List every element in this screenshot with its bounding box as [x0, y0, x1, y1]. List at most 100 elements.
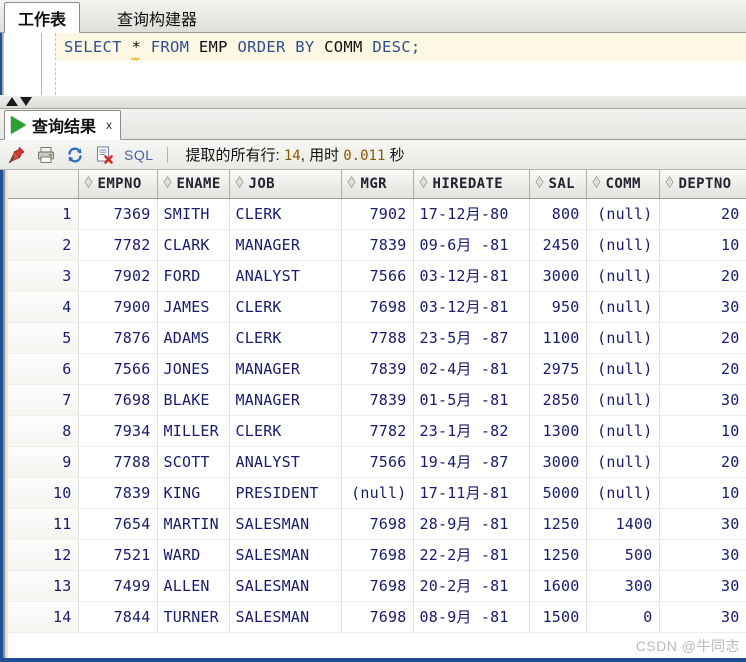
column-header-deptno[interactable]: DEPTNO: [659, 170, 746, 199]
table-row[interactable]: 12 7521 WARD SALESMAN 7698 22-2月 -81 1250 500 30: [8, 539, 746, 571]
cell-ename[interactable]: WARD: [157, 539, 230, 571]
editor-code-area[interactable]: SELECT * FROM EMP ORDER BY COMM DESC;: [56, 33, 746, 95]
cell-job[interactable]: SALESMAN: [229, 539, 342, 571]
cell-empno[interactable]: 7934: [78, 415, 158, 447]
cell-mgr[interactable]: 7566: [341, 260, 414, 292]
cell-ename[interactable]: JONES: [157, 353, 230, 385]
pin-icon[interactable]: [7, 145, 27, 165]
sort-icon[interactable]: [162, 176, 172, 191]
cell-ename[interactable]: CLARK: [157, 229, 230, 261]
column-header-sal[interactable]: SAL: [529, 170, 587, 199]
cell-empno[interactable]: 7654: [78, 508, 158, 540]
row-number-cell[interactable]: 8: [8, 415, 79, 447]
clear-icon[interactable]: [94, 145, 114, 165]
cell-ename[interactable]: TURNER: [157, 601, 230, 633]
cell-job[interactable]: MANAGER: [229, 353, 342, 385]
cell-comm[interactable]: (null): [586, 260, 660, 292]
cell-job[interactable]: ANALYST: [229, 260, 342, 292]
cell-hiredate[interactable]: 23-5月 -87: [413, 322, 530, 354]
cell-deptno[interactable]: 20: [659, 353, 746, 385]
table-row[interactable]: 14 7844 TURNER SALESMAN 7698 08-9月 -81 1500 0 30: [8, 601, 746, 633]
sort-icon[interactable]: [664, 176, 674, 191]
cell-comm[interactable]: (null): [586, 353, 660, 385]
results-grid[interactable]: EMPNO ENAME JOB MGR HIREDATE SAL COMM DEPTNO 17…: [8, 170, 746, 662]
table-row[interactable]: 11 7654 MARTIN SALESMAN 7698 28-9月 -81 1250 140…: [8, 508, 746, 540]
column-header-comm[interactable]: COMM: [586, 170, 660, 199]
sql-editor[interactable]: SELECT * FROM EMP ORDER BY COMM DESC;: [0, 33, 746, 95]
column-header-mgr[interactable]: MGR: [341, 170, 414, 199]
cell-job[interactable]: MANAGER: [229, 229, 342, 261]
row-number-cell[interactable]: 13: [8, 570, 79, 602]
cell-empno[interactable]: 7788: [78, 446, 158, 478]
row-number-cell[interactable]: 7: [8, 384, 79, 416]
cell-empno[interactable]: 7499: [78, 570, 158, 602]
cell-comm[interactable]: (null): [586, 198, 660, 230]
table-row[interactable]: 5 7876 ADAMS CLERK 7788 23-5月 -87 1100 (null) 20: [8, 322, 746, 354]
column-header-hiredate[interactable]: HIREDATE: [413, 170, 530, 199]
cell-hiredate[interactable]: 09-6月 -81: [413, 229, 530, 261]
tab-worksheet[interactable]: 工作表: [4, 2, 81, 33]
cell-job[interactable]: SALESMAN: [229, 508, 342, 540]
cell-mgr[interactable]: 7839: [341, 384, 414, 416]
cell-comm[interactable]: 0: [586, 601, 660, 633]
cell-empno[interactable]: 7698: [78, 384, 158, 416]
cell-mgr[interactable]: 7839: [341, 229, 414, 261]
cell-ename[interactable]: MILLER: [157, 415, 230, 447]
cell-ename[interactable]: BLAKE: [157, 384, 230, 416]
cell-hiredate[interactable]: 02-4月 -81: [413, 353, 530, 385]
cell-ename[interactable]: KING: [157, 477, 230, 509]
row-number-cell[interactable]: 6: [8, 353, 79, 385]
tab-query-result[interactable]: 查询结果 x: [4, 110, 122, 140]
column-header-job[interactable]: JOB: [229, 170, 342, 199]
cell-sal[interactable]: 3000: [529, 446, 587, 478]
row-number-cell[interactable]: 3: [8, 260, 79, 292]
column-header-rownum[interactable]: [8, 170, 79, 199]
cell-sal[interactable]: 3000: [529, 260, 587, 292]
cell-sal[interactable]: 2975: [529, 353, 587, 385]
cell-deptno[interactable]: 20: [659, 322, 746, 354]
cell-job[interactable]: CLERK: [229, 415, 342, 447]
cell-ename[interactable]: MARTIN: [157, 508, 230, 540]
refresh-icon[interactable]: [65, 145, 85, 165]
cell-comm[interactable]: (null): [586, 322, 660, 354]
column-header-empno[interactable]: EMPNO: [78, 170, 158, 199]
cell-sal[interactable]: 1500: [529, 601, 587, 633]
cell-deptno[interactable]: 20: [659, 446, 746, 478]
row-number-cell[interactable]: 1: [8, 198, 79, 230]
cell-comm[interactable]: 300: [586, 570, 660, 602]
cell-mgr[interactable]: 7782: [341, 415, 414, 447]
table-row[interactable]: 2 7782 CLARK MANAGER 7839 09-6月 -81 2450 (null)…: [8, 229, 746, 261]
cell-hiredate[interactable]: 01-5月 -81: [413, 384, 530, 416]
tab-query-builder[interactable]: 查询构建器: [104, 2, 210, 33]
cell-deptno[interactable]: 30: [659, 384, 746, 416]
cell-hiredate[interactable]: 17-11月-81: [413, 477, 530, 509]
cell-comm[interactable]: 1400: [586, 508, 660, 540]
cell-deptno[interactable]: 10: [659, 415, 746, 447]
cell-mgr[interactable]: 7566: [341, 446, 414, 478]
sort-icon[interactable]: [346, 176, 356, 191]
cell-empno[interactable]: 7844: [78, 601, 158, 633]
sort-icon[interactable]: [418, 176, 428, 191]
cell-deptno[interactable]: 20: [659, 260, 746, 292]
print-icon[interactable]: [36, 145, 56, 165]
cell-mgr[interactable]: 7698: [341, 508, 414, 540]
cell-comm[interactable]: (null): [586, 446, 660, 478]
cell-ename[interactable]: FORD: [157, 260, 230, 292]
cell-job[interactable]: CLERK: [229, 291, 342, 323]
cell-comm[interactable]: 500: [586, 539, 660, 571]
table-row[interactable]: 6 7566 JONES MANAGER 7839 02-4月 -81 2975 (null)…: [8, 353, 746, 385]
row-number-cell[interactable]: 10: [8, 477, 79, 509]
table-row[interactable]: 8 7934 MILLER CLERK 7782 23-1月 -82 1300 (null) 1…: [8, 415, 746, 447]
cell-deptno[interactable]: 30: [659, 539, 746, 571]
row-number-cell[interactable]: 11: [8, 508, 79, 540]
cell-mgr[interactable]: 7902: [341, 198, 414, 230]
cell-sal[interactable]: 2850: [529, 384, 587, 416]
cell-sal[interactable]: 950: [529, 291, 587, 323]
cell-empno[interactable]: 7900: [78, 291, 158, 323]
cell-mgr[interactable]: 7839: [341, 353, 414, 385]
sort-icon[interactable]: [591, 176, 601, 191]
cell-empno[interactable]: 7876: [78, 322, 158, 354]
cell-mgr[interactable]: 7698: [341, 570, 414, 602]
table-row[interactable]: 7 7698 BLAKE MANAGER 7839 01-5月 -81 2850 (null)…: [8, 384, 746, 416]
cell-empno[interactable]: 7839: [78, 477, 158, 509]
